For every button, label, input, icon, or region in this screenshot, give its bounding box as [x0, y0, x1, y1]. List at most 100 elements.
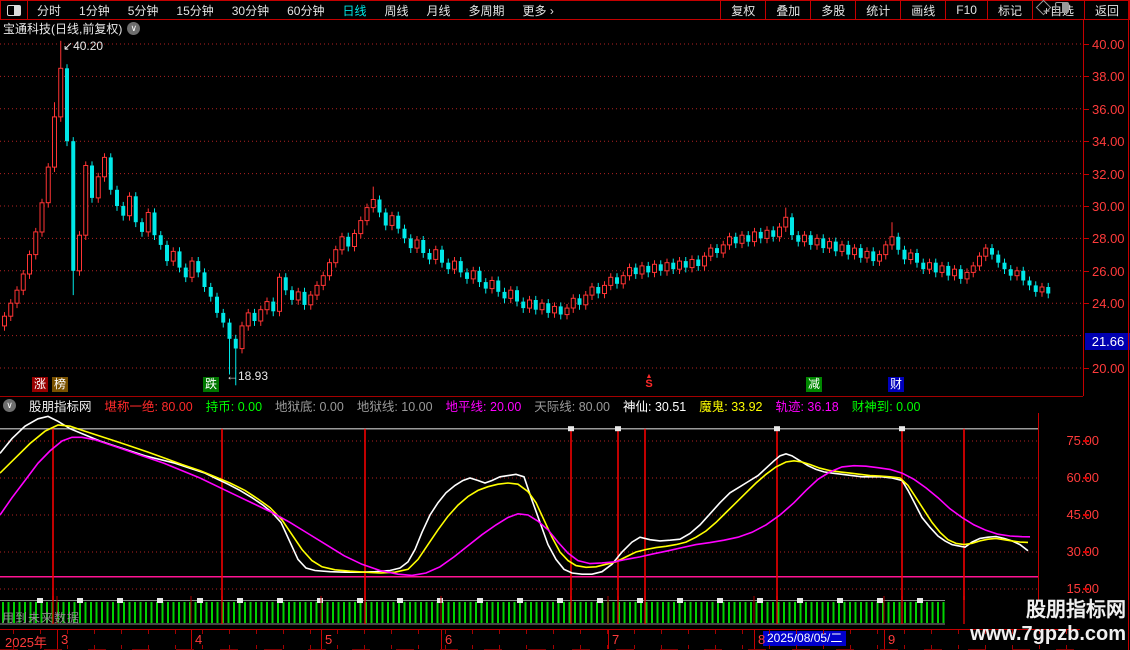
minor-tick	[256, 630, 257, 634]
strip-marker-square	[677, 598, 683, 603]
strip-marker-square	[917, 598, 923, 603]
axis-tick	[1083, 588, 1089, 590]
minor-tick	[40, 630, 41, 634]
layout-toggle-button[interactable]	[1, 1, 28, 19]
period-menu: 分时1分钟5分钟15分钟30分钟60分钟日线周线月线多周期更多 ›	[1, 1, 563, 19]
vline-anchor-square	[568, 426, 574, 431]
candlestick-chart[interactable]	[0, 38, 1083, 396]
price-axis-label: 36.00	[1092, 102, 1130, 117]
axis-tick	[1083, 514, 1089, 516]
future-data-warning: 用到未来数据	[2, 609, 80, 626]
strip-marker-square	[237, 598, 243, 603]
minor-tick	[364, 630, 365, 634]
month-label: 5	[325, 632, 332, 647]
chevron-down-icon[interactable]: ∨	[3, 399, 16, 412]
minor-tick	[769, 630, 770, 634]
minor-tick	[580, 630, 581, 634]
watermark: 股朋指标网 www.7gpzb.com	[960, 598, 1126, 646]
axis-tick	[1083, 551, 1089, 553]
strip-marker-square	[157, 598, 163, 603]
title-bar: 宝通科技(日线,前复权) ∨	[0, 19, 1083, 38]
selected-date-badge: 2025/08/05/二	[763, 631, 846, 646]
menu-item-period[interactable]: 日线	[333, 2, 375, 19]
vline-anchor-square	[774, 426, 780, 431]
axis-tick	[1083, 440, 1089, 442]
minor-tick	[418, 630, 419, 634]
chevron-down-icon[interactable]: ∨	[127, 22, 140, 35]
vline-anchor-square	[899, 426, 905, 431]
strip-marker-square	[877, 598, 883, 603]
menu-item-period[interactable]: 5分钟	[119, 2, 168, 19]
month-tick	[191, 630, 192, 649]
price-axis-label: 28.00	[1092, 231, 1130, 246]
signal-bar-svg	[0, 596, 1038, 626]
menu-item-period[interactable]: 更多 ›	[514, 2, 563, 19]
candlestick-series	[3, 41, 1051, 386]
indicator-chart[interactable]	[0, 413, 1038, 600]
indicator-gridlines	[0, 441, 1038, 589]
signal-vlines	[53, 426, 964, 600]
menu-item-period[interactable]: 15分钟	[167, 2, 222, 19]
menu-item-tool[interactable]: 复权	[720, 1, 765, 19]
low-annotation: ←18.93	[226, 369, 268, 383]
minor-tick	[472, 630, 473, 634]
diamond-icon[interactable]	[1036, 0, 1052, 15]
menu-item-period[interactable]: 多周期	[460, 2, 514, 19]
date-axis[interactable]: 2025年 2025/08/05/二 3456789	[0, 629, 1080, 650]
minor-tick	[688, 630, 689, 634]
menu-item-period[interactable]: 分时	[28, 2, 70, 19]
menu-item-tool[interactable]: 画线	[900, 1, 945, 19]
indicator-name[interactable]: 股朋指标网	[29, 396, 92, 415]
indicator-axis-label: 75.00	[1051, 433, 1099, 448]
minor-tick	[877, 630, 878, 634]
strip-marker-square	[317, 598, 323, 603]
menu-item-tool[interactable]: F10	[945, 1, 987, 19]
axis-tick	[1084, 141, 1089, 142]
indicator-param: 轨迹: 36.18	[775, 396, 838, 415]
month-label: 6	[445, 632, 452, 647]
price-axis: 21.66 40.0038.0036.0034.0032.0030.0028.0…	[1083, 19, 1130, 396]
indicator-axis: 75.0060.0045.0030.0015.00	[1038, 413, 1130, 600]
minor-tick	[634, 630, 635, 634]
indicator-line-魔鬼	[0, 425, 1028, 573]
minor-tick	[904, 630, 905, 634]
indicator-axis-label: 30.00	[1051, 544, 1099, 559]
stock-title[interactable]: 宝通科技(日线,前复权)	[3, 20, 122, 37]
menu-item-tool[interactable]: 叠加	[765, 1, 810, 19]
candlestick-svg[interactable]	[0, 38, 1083, 396]
panel-layout-icon[interactable]	[1055, 2, 1069, 13]
menu-item-tool[interactable]: 统计	[855, 1, 900, 19]
indicator-axis-label: 15.00	[1051, 581, 1099, 596]
indicator-param: 天际线: 80.00	[534, 396, 610, 415]
indicator-param: 地狱线: 10.00	[357, 396, 433, 415]
axis-tick	[1084, 238, 1089, 239]
minor-tick	[526, 630, 527, 634]
indicator-param: 魔鬼: 33.92	[699, 396, 762, 415]
strip-marker-square	[37, 598, 43, 603]
axis-tick	[1084, 368, 1089, 369]
menu-item-period[interactable]: 30分钟	[223, 2, 278, 19]
month-tick	[441, 630, 442, 649]
menu-item-tool[interactable]: 返回	[1084, 1, 1129, 19]
menu-item-tool[interactable]: 多股	[810, 1, 855, 19]
menu-item-period[interactable]: 60分钟	[278, 2, 333, 19]
signal-bar-strip[interactable]	[0, 596, 1038, 626]
menu-item-period[interactable]: 1分钟	[70, 2, 119, 19]
strip-marker-square	[77, 598, 83, 603]
indicator-param: 地狱底: 0.00	[275, 396, 344, 415]
app-window: 分时1分钟5分钟15分钟30分钟60分钟日线周线月线多周期更多 › 复权叠加多股…	[0, 0, 1130, 650]
menu-item-period[interactable]: 月线	[418, 2, 460, 19]
minor-tick	[229, 630, 230, 634]
indicator-svg[interactable]	[0, 413, 1038, 600]
sell-signal-marker: ▲ S	[643, 373, 655, 390]
menu-item-period[interactable]: 周线	[375, 2, 417, 19]
minor-tick	[202, 630, 203, 634]
minor-tick	[121, 630, 122, 634]
minor-tick	[445, 630, 446, 634]
axis-tick	[1084, 76, 1089, 77]
price-axis-label: 34.00	[1092, 134, 1130, 149]
month-label: 9	[888, 632, 895, 647]
menu-item-tool[interactable]: 标记	[987, 1, 1032, 19]
top-menu-bar: 分时1分钟5分钟15分钟30分钟60分钟日线周线月线多周期更多 › 复权叠加多股…	[0, 0, 1130, 20]
watermark-site-url: www.7gpzb.com	[960, 622, 1126, 646]
